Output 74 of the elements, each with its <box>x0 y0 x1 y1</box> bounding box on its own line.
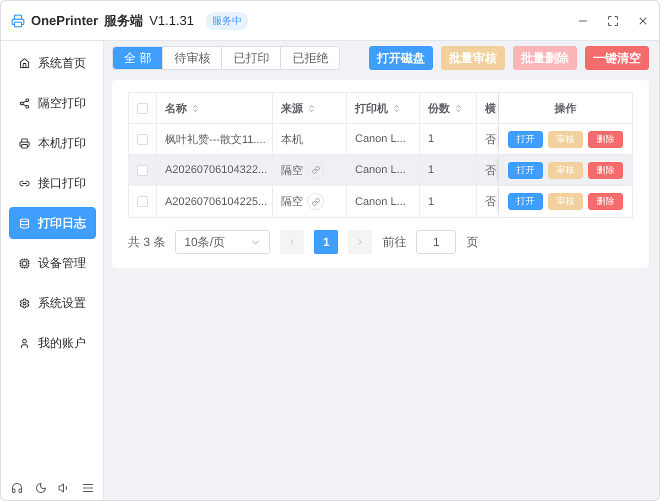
sort-icon[interactable] <box>392 104 401 112</box>
status-tag: 服务中 <box>206 12 248 30</box>
table-cell: Canon L... <box>355 164 406 176</box>
table-cell-text: 否 <box>485 195 496 209</box>
filter-tab[interactable]: 全 部 <box>113 47 164 69</box>
row-checkbox[interactable] <box>137 196 148 207</box>
table-cell: Canon L... <box>355 196 406 208</box>
settings-icon <box>19 298 30 308</box>
user-icon <box>19 338 30 348</box>
sort-icon[interactable] <box>307 104 316 112</box>
version-label: V1.1.31 <box>149 13 194 28</box>
sidebar-item[interactable]: 隔空打印 <box>9 87 96 119</box>
column-header: 来源 <box>281 102 303 116</box>
row-checkbox[interactable] <box>137 164 148 176</box>
table-cell-text: 枫叶礼赞---散文11.... <box>165 132 266 146</box>
sort-icon[interactable] <box>191 104 200 112</box>
table-cell: 1 <box>428 196 434 208</box>
filter-tab[interactable]: 已拒绝 <box>281 47 340 69</box>
moon-icon[interactable] <box>34 482 47 494</box>
sort-icon[interactable] <box>454 104 463 112</box>
headset-icon[interactable] <box>11 482 23 494</box>
sidebar-item[interactable]: 接口打印 <box>9 167 96 199</box>
filter-tab[interactable]: 已打印 <box>222 47 282 69</box>
row-action-button[interactable]: 删除 <box>588 130 623 148</box>
table-cell: Canon L... <box>355 133 406 145</box>
column-header: 名称 <box>165 102 187 116</box>
table-cell-text: 本机 <box>281 132 303 146</box>
table-cell-text: 否 <box>485 132 496 146</box>
sidebar-item[interactable]: 系统设置 <box>9 287 96 319</box>
column-header: 打印机 <box>355 102 388 116</box>
table-cell-text: 隔空 <box>281 164 303 178</box>
filter-tab[interactable]: 待审核 <box>163 47 222 69</box>
select-all-checkbox[interactable] <box>137 102 148 114</box>
maximize-icon[interactable] <box>607 14 619 26</box>
sidebar-item[interactable]: 本机打印 <box>9 127 96 159</box>
row-action-button[interactable]: 删除 <box>588 193 623 210</box>
row-action-button[interactable]: 打开 <box>508 130 543 148</box>
table-cell: 1 <box>428 164 434 176</box>
page-size-select[interactable]: 10条/页 <box>175 230 270 254</box>
sidebar-item[interactable]: 打印日志 <box>9 207 96 239</box>
column-header: 横 <box>485 102 496 116</box>
printer-icon <box>19 138 30 148</box>
table-cell: A20260706104322... <box>165 164 268 176</box>
action-button[interactable]: 打开磁盘 <box>369 46 433 70</box>
row-action-button[interactable]: 打开 <box>508 193 543 210</box>
table-cell-text: 否 <box>485 164 496 178</box>
sidebar-item[interactable]: 系统首页 <box>9 47 96 79</box>
column-header: 操作 <box>554 102 576 116</box>
link-icon[interactable] <box>307 162 324 178</box>
table-cell: 1 <box>428 133 434 145</box>
database-icon <box>19 218 30 228</box>
page-suffix: 页 <box>466 234 478 250</box>
table-cell: A20260706104225... <box>165 196 268 208</box>
printer-icon <box>11 14 25 28</box>
action-button[interactable]: 一键清空 <box>585 46 649 70</box>
chip-icon <box>19 258 30 268</box>
row-checkbox[interactable] <box>137 134 148 144</box>
column-header: 份数 <box>428 102 450 116</box>
close-icon[interactable] <box>637 14 649 26</box>
goto-label: 前往 <box>382 234 406 250</box>
app-name: OnePrinter <box>31 13 98 28</box>
sidebar-item[interactable]: 设备管理 <box>9 247 96 279</box>
sidebar-item[interactable]: 我的账户 <box>9 327 96 359</box>
goto-page-field[interactable]: 1 <box>416 230 456 254</box>
row-action-button[interactable]: 删除 <box>588 162 623 178</box>
app-subtitle: 服务端 <box>104 12 144 30</box>
page-button[interactable]: 1 <box>314 230 338 254</box>
row-action-button[interactable]: 打开 <box>508 162 543 178</box>
menu-icon[interactable] <box>82 482 94 494</box>
link-icon[interactable] <box>307 193 324 210</box>
share-icon <box>19 98 30 108</box>
table-cell-text: 隔空 <box>281 194 303 209</box>
total-count: 共 3 条 <box>128 234 166 250</box>
home-icon <box>19 58 30 68</box>
